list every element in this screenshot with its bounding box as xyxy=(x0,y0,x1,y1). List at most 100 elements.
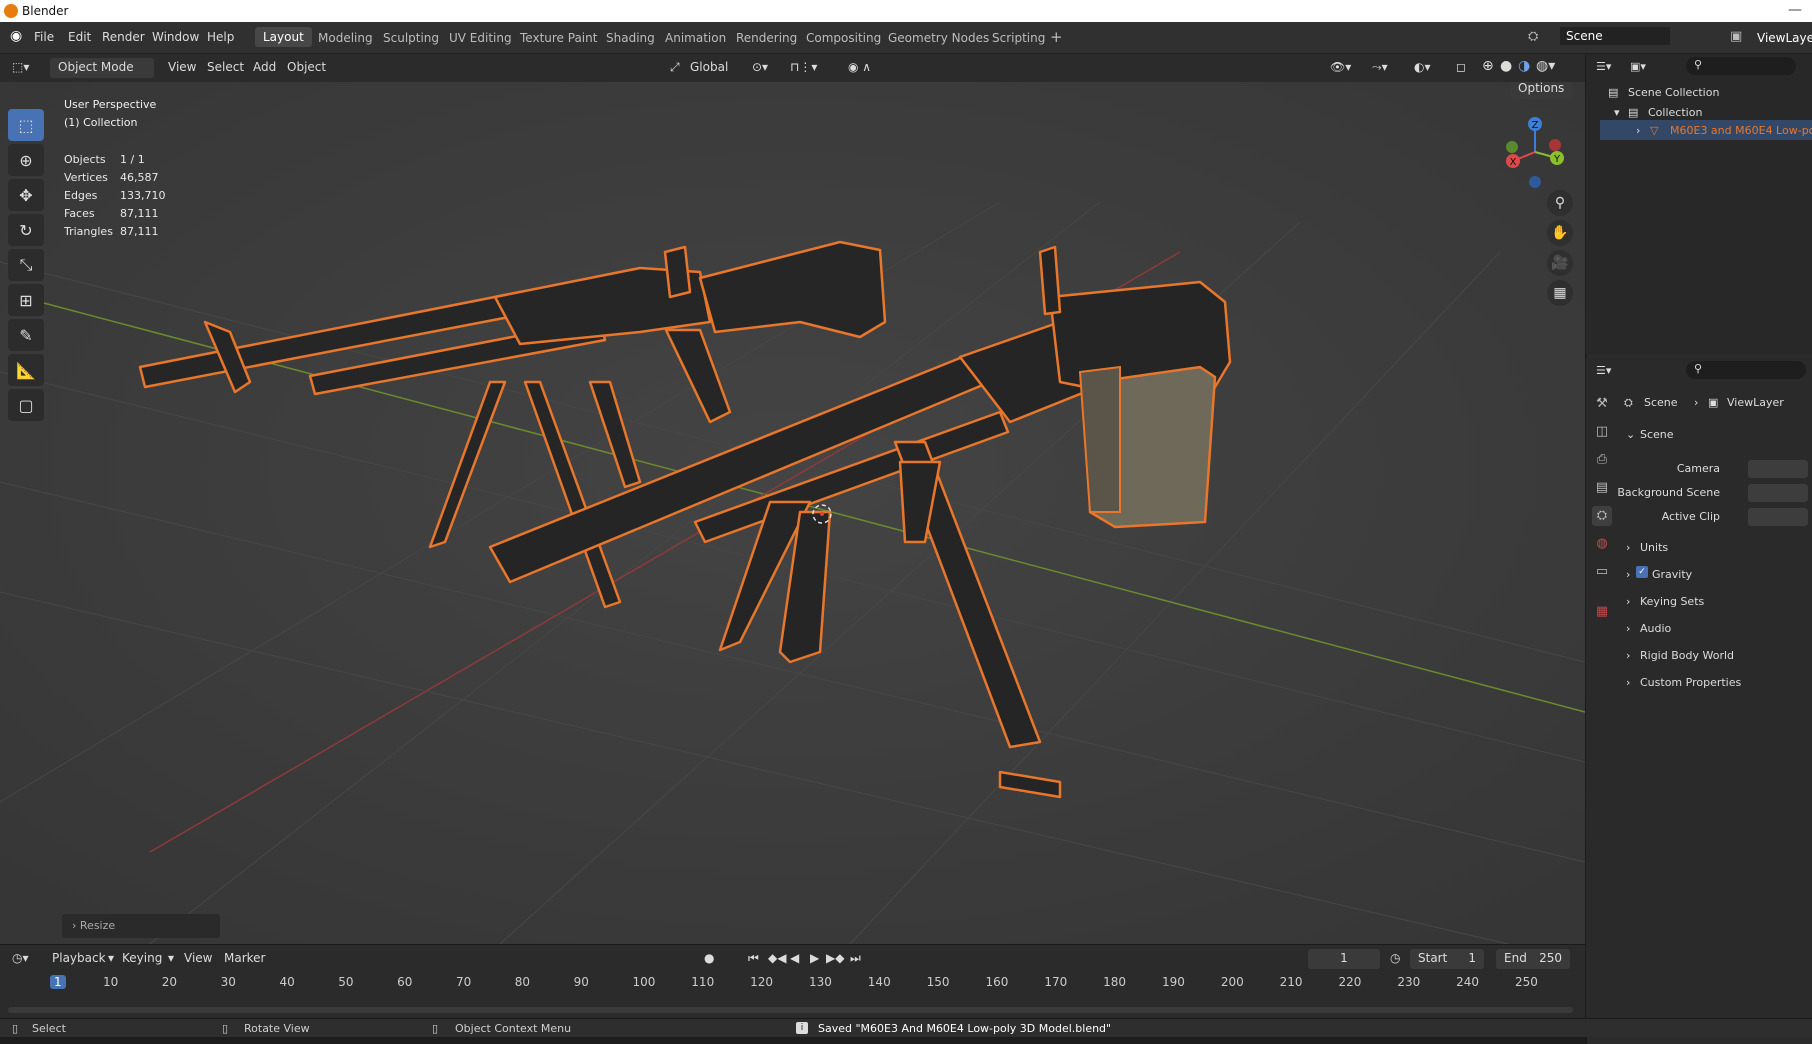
pan-hand-icon[interactable]: ✋ xyxy=(1547,220,1573,246)
gizmo-toggle-icon[interactable]: ⤳▾ xyxy=(1372,60,1388,75)
xray-icon[interactable]: ◻ xyxy=(1456,60,1466,74)
shading-wireframe-icon[interactable]: ⊕ xyxy=(1482,58,1494,74)
audio-panel[interactable]: Audio xyxy=(1640,622,1671,635)
chevron-right-icon[interactable]: › xyxy=(1626,649,1630,662)
tab-sculpting[interactable]: Sculpting xyxy=(383,31,439,45)
active-clip-field[interactable] xyxy=(1748,508,1808,526)
ammo-box[interactable] xyxy=(1078,365,1217,529)
zoom-icon[interactable]: ⚲ xyxy=(1547,190,1573,216)
scale-icon[interactable]: ⤡ xyxy=(8,249,44,281)
options-button[interactable]: Options xyxy=(1510,82,1573,99)
tool-tab-icon[interactable]: ⚒ xyxy=(1592,394,1612,414)
panel-collapse-icon[interactable]: ⌄ xyxy=(1626,428,1635,441)
menu-marker[interactable]: Marker xyxy=(224,951,265,965)
tab-scripting[interactable]: Scripting xyxy=(992,31,1045,45)
render-tab-icon[interactable]: ◫ xyxy=(1592,422,1612,442)
outliner-scene-collection[interactable]: Scene Collection xyxy=(1628,86,1719,99)
texture-tab-icon[interactable]: ▦ xyxy=(1592,602,1612,622)
chevron-right-icon[interactable]: › xyxy=(1626,568,1630,581)
end-frame-field[interactable]: End 250 xyxy=(1496,949,1570,969)
add-cube-icon[interactable]: ▢ xyxy=(8,389,44,421)
background-scene-field[interactable] xyxy=(1748,484,1808,502)
transform-icon[interactable]: ⊞ xyxy=(8,284,44,316)
annotate-icon[interactable]: ✎ xyxy=(8,319,44,351)
menu-render[interactable]: Render xyxy=(102,30,145,44)
current-frame-field[interactable]: 1 xyxy=(1308,949,1380,969)
menu-file[interactable]: File xyxy=(34,30,54,44)
menu-select[interactable]: Select xyxy=(207,60,244,74)
next-keyframe-icon[interactable]: ▶◆ xyxy=(826,951,844,965)
outliner-search-icon[interactable]: ⚲ xyxy=(1686,57,1796,75)
tab-rendering[interactable]: Rendering xyxy=(736,31,797,45)
measure-icon[interactable]: 📐 xyxy=(8,354,44,386)
collapse-arrow-icon[interactable]: ▾ xyxy=(1614,106,1620,119)
overlay-toggle-icon[interactable]: ◐▾ xyxy=(1414,60,1431,74)
camera-field[interactable] xyxy=(1748,460,1808,478)
timeline-scrollbar[interactable] xyxy=(8,1007,1573,1013)
properties-editor-icon[interactable]: ☰▾ xyxy=(1596,364,1611,377)
view-layer-tab-icon[interactable]: ▤ xyxy=(1592,478,1612,498)
keying-sets-panel[interactable]: Keying Sets xyxy=(1640,595,1704,608)
start-frame-field[interactable]: Start 1 xyxy=(1410,949,1484,969)
gravity-panel[interactable]: Gravity xyxy=(1652,568,1692,581)
scene-tab-icon[interactable]: ⛭ xyxy=(1592,506,1612,526)
play-reverse-icon[interactable]: ◀ xyxy=(790,951,799,965)
rotate-icon[interactable]: ↻ xyxy=(8,214,44,246)
outliner-object[interactable]: M60E3 and M60E4 Low-poly xyxy=(1670,124,1812,137)
editor-type-icon[interactable]: ⬚▾ xyxy=(12,60,29,74)
outliner-collection[interactable]: Collection xyxy=(1648,106,1702,119)
tab-uv-editing[interactable]: UV Editing xyxy=(449,31,512,45)
jump-start-icon[interactable]: ⏮ xyxy=(748,951,759,966)
menu-help[interactable]: Help xyxy=(207,30,234,44)
jump-end-icon[interactable]: ⏭ xyxy=(850,951,861,966)
rigid-body-world-panel[interactable]: Rigid Body World xyxy=(1640,649,1734,662)
current-frame-marker[interactable]: 1 xyxy=(50,975,66,989)
timeline-editor-icon[interactable]: ◷▾ xyxy=(12,951,29,965)
expand-arrow-icon[interactable]: › xyxy=(1636,124,1640,137)
tab-layout[interactable]: Layout xyxy=(255,27,312,47)
tab-animation[interactable]: Animation xyxy=(665,31,726,45)
display-mode-icon[interactable]: ▣▾ xyxy=(1630,60,1646,73)
menu-view[interactable]: View xyxy=(168,60,196,74)
outliner-editor-icon[interactable]: ☰▾ xyxy=(1596,60,1611,73)
tab-shading[interactable]: Shading xyxy=(606,31,655,45)
camera-view-icon[interactable]: 🎥 xyxy=(1547,250,1573,276)
add-workspace-icon[interactable]: + xyxy=(1050,28,1063,46)
menu-playback[interactable]: Playback xyxy=(52,951,106,965)
shading-material-icon[interactable]: ◑ xyxy=(1518,58,1530,74)
chevron-right-icon[interactable]: › xyxy=(1626,622,1630,635)
record-icon[interactable]: ● xyxy=(704,951,714,965)
visibility-icon[interactable]: 👁▾ xyxy=(1330,60,1351,74)
menu-keying[interactable]: Keying xyxy=(122,951,162,965)
blender-menu-icon[interactable]: ◉ xyxy=(10,28,22,44)
mode-selector[interactable]: Object Mode xyxy=(50,58,154,78)
view-layer-selector[interactable]: ViewLayer xyxy=(1757,31,1812,45)
play-icon[interactable]: ▶ xyxy=(810,951,819,965)
prev-keyframe-icon[interactable]: ◆◀ xyxy=(768,951,786,965)
scene-selector[interactable]: Scene xyxy=(1560,27,1670,45)
menu-add[interactable]: Add xyxy=(253,60,276,74)
ortho-grid-icon[interactable]: ▦ xyxy=(1547,280,1573,306)
last-operator-panel[interactable]: › Resize xyxy=(62,914,220,938)
scene-icon[interactable]: ⛭ xyxy=(1528,29,1538,44)
cursor-icon[interactable]: ⊕ xyxy=(8,144,44,176)
orientation-selector[interactable]: Global xyxy=(690,60,728,74)
minimize-icon[interactable]: — xyxy=(1788,2,1802,18)
tab-modeling[interactable]: Modeling xyxy=(318,31,373,45)
output-tab-icon[interactable]: ⎙ xyxy=(1592,450,1612,470)
select-box-icon[interactable]: ⬚ xyxy=(8,109,44,141)
world-tab-icon[interactable]: ◍ xyxy=(1592,534,1612,554)
collection-tab-icon[interactable]: ▭ xyxy=(1592,562,1612,582)
3d-viewport[interactable]: ⬚ ⊕ ✥ ↻ ⤡ ⊞ ✎ 📐 ▢ User Perspective (1) C… xyxy=(0,82,1585,944)
proportional-edit-icon[interactable]: ◉ ∧ xyxy=(848,60,871,74)
menu-object[interactable]: Object xyxy=(287,60,326,74)
tab-texture-paint[interactable]: Texture Paint xyxy=(520,31,597,45)
gravity-checkbox[interactable]: ✓ xyxy=(1636,566,1648,578)
move-icon[interactable]: ✥ xyxy=(8,179,44,211)
chevron-right-icon[interactable]: › xyxy=(1626,676,1630,689)
tab-geometry-nodes[interactable]: Geometry Nodes xyxy=(888,31,989,45)
scene-panel-title[interactable]: Scene xyxy=(1640,428,1674,441)
shading-rendered-icon[interactable]: ◍▾ xyxy=(1536,58,1555,74)
properties-search-icon[interactable]: ⚲ xyxy=(1686,361,1806,379)
units-panel[interactable]: Units xyxy=(1640,541,1668,554)
